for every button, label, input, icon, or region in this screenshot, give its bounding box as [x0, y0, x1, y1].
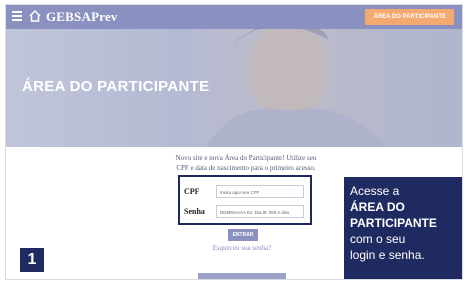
top-navigation-bar: GEBSAPrev ÁREA DO PARTICIPANTE — [6, 5, 462, 29]
area-participante-button[interactable]: ÁREA DO PARTICIPANTE — [365, 9, 454, 25]
brand-logo-text[interactable]: GEBSAPrev — [46, 9, 118, 25]
callout-line-5: login e senha. — [350, 248, 425, 262]
callout-line-2: ÁREA DO — [350, 200, 405, 214]
hamburger-menu-icon[interactable] — [12, 11, 22, 21]
step-number-badge: 1 — [20, 248, 44, 272]
browser-viewport: GEBSAPrev ÁREA DO PARTICIPANTE ÁREA DO P… — [5, 4, 463, 280]
callout-line-3: PARTICIPANTE — [350, 216, 437, 230]
secondary-button[interactable] — [198, 273, 286, 279]
cpf-row: CPF Insira aqui seu CPF — [180, 183, 310, 201]
hero-title: ÁREA DO PARTICIPANTE — [22, 78, 210, 95]
intro-line-1: Novo site e nova Área do Participante! U… — [175, 154, 317, 162]
hero-banner: ÁREA DO PARTICIPANTE — [6, 29, 462, 147]
entrar-button[interactable]: ENTRAR — [228, 229, 258, 241]
login-form-highlight: CPF Insira aqui seu CPF Senha DDMMAAAA E… — [178, 175, 312, 225]
intro-line-2: CPF e data de nascimento para o primeiro… — [176, 164, 316, 172]
intro-text: Novo site e nova Área do Participante! U… — [136, 153, 356, 173]
cpf-label: CPF — [184, 187, 200, 196]
senha-row: Senha DDMMAAAA Ex: Dia 9l: 060 A diss — [180, 203, 310, 221]
callout-line-1: Acesse a — [350, 184, 400, 198]
senha-label: Senha — [184, 207, 205, 216]
cpf-input[interactable]: Insira aqui seu CPF — [216, 185, 304, 198]
home-icon[interactable] — [28, 9, 42, 23]
instruction-callout: Acesse a ÁREA DO PARTICIPANTE com o seu … — [344, 177, 462, 279]
callout-line-4: com o seu — [350, 232, 406, 246]
senha-input[interactable]: DDMMAAAA Ex: Dia 9l: 060 A diss — [216, 205, 304, 218]
forgot-password-link[interactable]: Esqueceu sua senha? — [202, 244, 282, 252]
